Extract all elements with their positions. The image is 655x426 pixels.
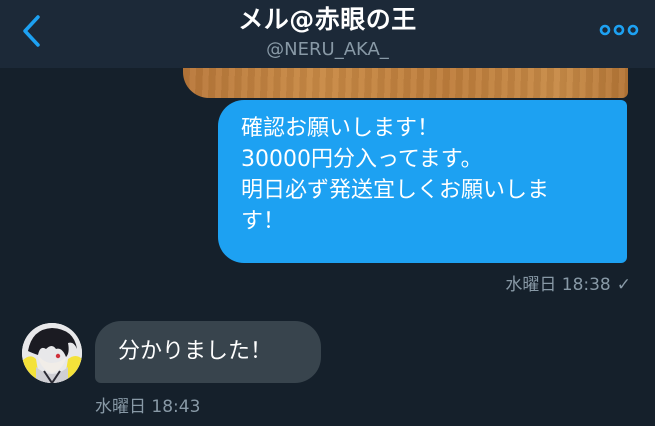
avatar[interactable]: [22, 323, 82, 383]
conversation-handle: @NERU_AKA_: [266, 39, 389, 60]
received-message-bubble[interactable]: 分かりました！: [95, 321, 321, 383]
avatar-image: [22, 323, 82, 383]
sent-image-attachment[interactable]: [183, 68, 628, 98]
sent-message-bubble[interactable]: 確認お願いします！ 30000円分入ってます。 明日必ず発送宜しくお願いしま す…: [218, 100, 627, 263]
more-horizontal-icon: [599, 24, 639, 36]
sent-message-line: す！: [241, 209, 286, 234]
sent-timestamp: 水曜日 18:38: [505, 275, 611, 295]
sent-message-line: 30000円分入ってます。: [241, 147, 483, 172]
conversation-header: メル@赤眼の王 @NERU_AKA_: [0, 0, 655, 68]
sent-message-line: 確認お願いします！: [241, 116, 440, 141]
more-options-button[interactable]: [599, 20, 639, 40]
received-message-text: 分かりました！: [118, 339, 273, 364]
conversation-title: メル@赤眼の王: [238, 5, 417, 34]
sent-message-meta: 水曜日 18:38 ✓: [505, 274, 631, 296]
received-timestamp: 水曜日 18:43: [95, 397, 201, 417]
sent-message-line: 明日必ず発送宜しくお願いしま: [241, 178, 550, 203]
dm-conversation-screen: メル@赤眼の王 @NERU_AKA_ 確認お願いします！ 30000円分入ってま…: [0, 0, 655, 426]
checkmark-icon: ✓: [616, 275, 631, 295]
